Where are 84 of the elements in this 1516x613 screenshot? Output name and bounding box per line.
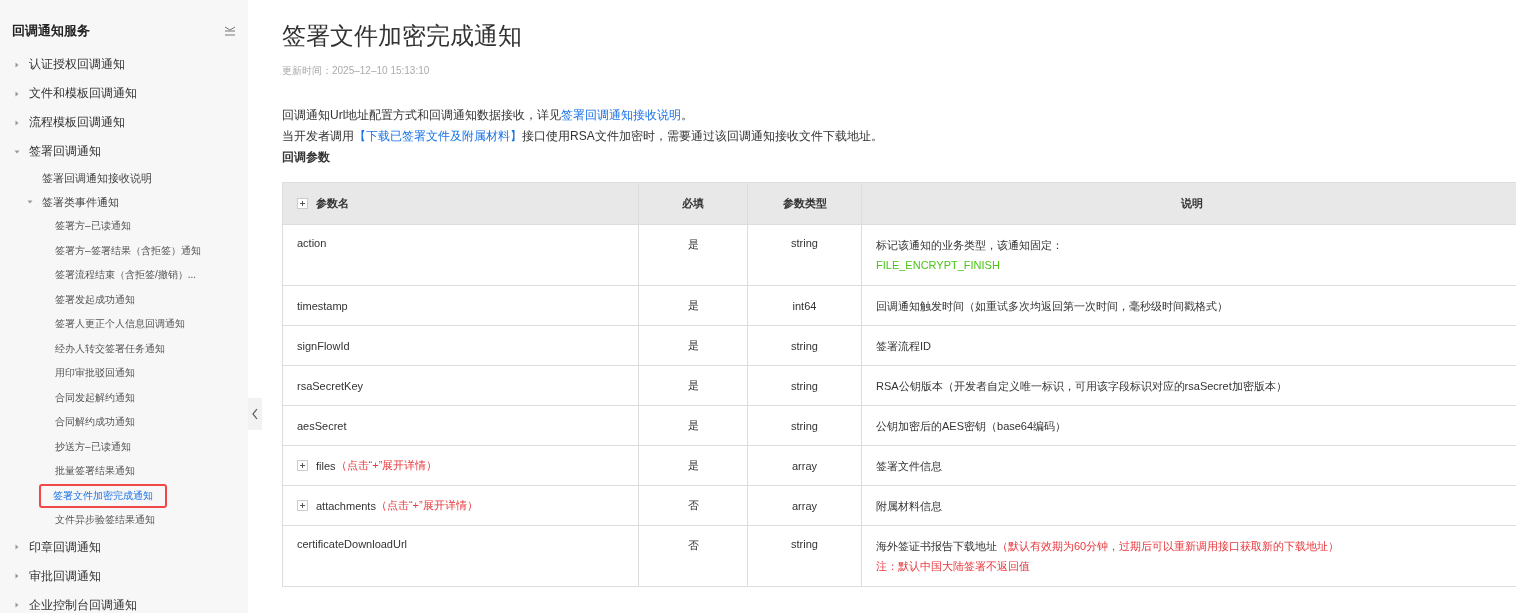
nav-item[interactable]: 文件和模板回调通知 xyxy=(29,83,137,104)
expand-hint: （点击“+”展开详情） xyxy=(375,498,478,513)
caret-icon[interactable] xyxy=(14,119,20,126)
param-name: files xyxy=(316,459,336,472)
caret-icon[interactable] xyxy=(14,602,20,608)
caret-icon[interactable] xyxy=(14,544,20,550)
param-name: aesSecret xyxy=(297,419,347,432)
expand-icon[interactable] xyxy=(297,460,308,471)
param-name: rsaSecretKey xyxy=(297,379,364,392)
nav-item[interactable]: 批量签署结果通知 xyxy=(55,462,135,481)
param-name: attachments xyxy=(316,499,376,512)
nav-item[interactable]: 签署发起成功通知 xyxy=(55,290,135,309)
sidebar-title: 回调通知服务 xyxy=(12,22,90,40)
table-cell: 是 xyxy=(638,224,748,286)
table-cell: 是 xyxy=(638,285,748,326)
nav-item[interactable]: 签署类事件通知 xyxy=(42,192,119,212)
collapse-sidebar-handle[interactable] xyxy=(248,398,262,430)
expand-icon[interactable] xyxy=(297,500,308,511)
expand-all-icon[interactable] xyxy=(297,198,308,209)
table-cell: string xyxy=(747,525,862,587)
table-cell: array xyxy=(747,445,862,486)
intro-text: 当开发者调用【下载已签署文件及附属材料】接口使用RSA文件加密时，需要通过该回调通知接收文件下载地址。 xyxy=(282,128,883,145)
param-description: 标记该通知的业务类型，该通知固定： xyxy=(876,239,1063,251)
table-cell: 是 xyxy=(638,325,748,366)
param-description: 签署流程ID xyxy=(876,339,931,352)
nav-item[interactable]: 签署方–签署结果（含拒签）通知 xyxy=(55,241,201,260)
caret-icon[interactable] xyxy=(27,199,33,205)
code-value: FILE_ENCRYPT_FINISH xyxy=(876,259,1000,271)
nav-item[interactable]: 流程模板回调通知 xyxy=(29,112,125,133)
param-description: 回调通知触发时间（如重试多次均返回第一次时间，毫秒级时间戳格式） xyxy=(876,299,1228,312)
table-cell: string xyxy=(747,325,862,366)
nav-item[interactable]: 文件异步验签结果通知 xyxy=(55,511,155,530)
nav-item[interactable]: 印章回调通知 xyxy=(29,536,101,558)
nav-item[interactable]: 用印审批驳回通知 xyxy=(55,364,135,383)
nav-item[interactable]: 签署文件加密完成通知 xyxy=(41,485,165,506)
param-description: 海外签证书报告下载地址 xyxy=(876,540,997,552)
table-cell: 否 xyxy=(638,525,748,587)
section-heading: 回调参数 xyxy=(282,149,330,166)
expand-hint: （点击“+”展开详情） xyxy=(335,458,438,473)
nav-item[interactable]: 合同解约成功通知 xyxy=(55,413,135,432)
intro-text: 回调通知Url地址配置方式和回调通知数据接收，详见签署回调通知接收说明。 xyxy=(282,107,694,124)
param-name: action xyxy=(297,237,327,249)
nav-item[interactable]: 抄送方–已读通知 xyxy=(55,437,131,456)
param-name: signFlowId xyxy=(297,339,350,352)
param-name: certificateDownloadUrl xyxy=(297,538,408,550)
warning-note: 注：默认中国大陆签署不返回值 xyxy=(876,560,1030,572)
caret-icon[interactable] xyxy=(14,573,20,579)
param-name: timestamp xyxy=(297,299,348,312)
table-cell: string xyxy=(747,224,862,286)
doc-link[interactable]: 签署回调通知接收说明 xyxy=(561,108,682,122)
caret-icon[interactable] xyxy=(14,90,20,97)
collapse-all-icon[interactable] xyxy=(224,26,236,36)
doc-link[interactable]: 【下载已签署文件及附属材料】 xyxy=(354,129,522,143)
table-cell: string xyxy=(747,405,862,446)
nav-item[interactable]: 签署回调通知 xyxy=(29,141,101,162)
param-description: 附属材料信息 xyxy=(876,499,942,512)
nav-item[interactable]: 合同发起解约通知 xyxy=(55,388,135,407)
table-cell: 是 xyxy=(638,445,748,486)
nav-item[interactable]: 签署方–已读通知 xyxy=(55,217,131,236)
description-note: （默认有效期为60分钟，过期后可以重新调用接口获取新的下载地址） xyxy=(997,540,1340,552)
column-header: 说明 xyxy=(861,182,1516,225)
table-cell: string xyxy=(747,365,862,406)
param-description: 签署文件信息 xyxy=(876,459,942,472)
column-header: 参数类型 xyxy=(747,182,862,225)
param-description: RSA公钥版本（开发者自定义唯一标识，可用该字段标识对应的rsaSecret加密版本） xyxy=(876,379,1287,392)
nav-item[interactable]: 签署人更正个人信息回调通知 xyxy=(55,315,185,334)
column-header: 参数名 xyxy=(316,196,349,211)
table-cell: 是 xyxy=(638,365,748,406)
table-cell: array xyxy=(747,485,862,526)
update-time: 更新时间：2025–12–10 15:13:10 xyxy=(282,64,430,78)
page-title: 签署文件加密完成通知 xyxy=(282,21,522,51)
caret-icon[interactable] xyxy=(14,148,20,155)
table-cell: 否 xyxy=(638,485,748,526)
column-header: 必填 xyxy=(638,182,748,225)
nav-item[interactable]: 审批回调通知 xyxy=(29,565,101,587)
table-cell: int64 xyxy=(747,285,862,326)
param-description: 公钥加密后的AES密钥（base64编码） xyxy=(876,419,1067,432)
nav-item[interactable]: 签署流程结束（含拒签/撤销）... xyxy=(55,266,197,285)
nav-item[interactable]: 企业控制台回调通知 xyxy=(29,594,137,613)
table-cell: 是 xyxy=(638,405,748,446)
nav-item[interactable]: 经办人转交签署任务通知 xyxy=(55,339,165,358)
nav-item[interactable]: 签署回调通知接收说明 xyxy=(42,168,152,188)
caret-icon[interactable] xyxy=(14,61,20,68)
nav-item[interactable]: 认证授权回调通知 xyxy=(29,54,125,75)
